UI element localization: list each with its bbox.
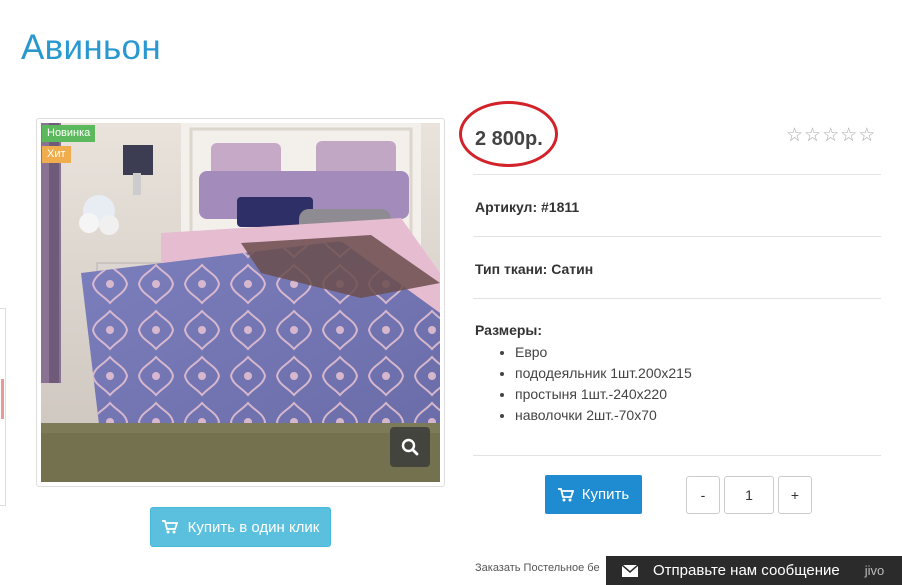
quantity-decrease-button[interactable]: - bbox=[686, 476, 720, 514]
divider bbox=[473, 298, 881, 299]
buy-one-click-button[interactable]: Купить в один клик bbox=[150, 507, 331, 547]
list-item: пододеяльник 1шт.200x215 bbox=[515, 363, 692, 384]
cart-icon bbox=[161, 520, 178, 534]
star-outline-icon[interactable]: ☆ bbox=[786, 126, 803, 146]
chat-message-label: Отправьте нам сообщение bbox=[653, 562, 840, 579]
order-text: Заказать Постельное бе bbox=[475, 562, 600, 574]
list-item: наволочки 2шт.-70x70 bbox=[515, 405, 692, 426]
product-price: 2 800р. bbox=[475, 128, 543, 150]
product-photo[interactable] bbox=[41, 123, 440, 482]
zoom-button[interactable] bbox=[390, 427, 430, 467]
bedding-photo-illustration bbox=[41, 123, 440, 482]
product-title: Авиньон bbox=[21, 28, 161, 67]
badge-hit: Хит bbox=[42, 146, 71, 163]
rating-stars[interactable]: ☆ ☆ ☆ ☆ ☆ bbox=[786, 126, 875, 146]
quantity-increase-button[interactable]: + bbox=[778, 476, 812, 514]
product-image-frame bbox=[36, 118, 445, 487]
divider bbox=[473, 174, 881, 175]
divider bbox=[473, 236, 881, 237]
divider bbox=[473, 455, 881, 456]
star-outline-icon[interactable]: ☆ bbox=[840, 126, 857, 146]
list-item: Евро bbox=[515, 342, 692, 363]
quantity-input[interactable] bbox=[724, 476, 774, 514]
star-outline-icon[interactable]: ☆ bbox=[858, 126, 875, 146]
buy-label: Купить bbox=[581, 486, 630, 503]
star-outline-icon[interactable]: ☆ bbox=[804, 126, 821, 146]
chat-message-bar[interactable]: Отправьте нам сообщение jivo bbox=[606, 556, 902, 585]
sizes-label: Размеры: bbox=[475, 322, 543, 338]
buy-button[interactable]: Купить bbox=[545, 475, 642, 514]
list-item: простыня 1шт.-240x220 bbox=[515, 384, 692, 405]
star-outline-icon[interactable]: ☆ bbox=[822, 126, 839, 146]
product-fabric: Тип ткани: Сатин bbox=[475, 261, 594, 277]
chat-brand-text: jivo bbox=[864, 563, 885, 578]
thumbnail-carousel-edge[interactable] bbox=[0, 308, 6, 506]
search-icon bbox=[401, 438, 419, 456]
sizes-list: Евро пододеяльник 1шт.200x215 простыня 1… bbox=[497, 342, 692, 426]
cart-icon bbox=[557, 487, 574, 501]
envelope-icon bbox=[622, 564, 638, 577]
product-article: Артикул: #1811 bbox=[475, 199, 580, 215]
buy-one-click-label: Купить в один клик bbox=[187, 518, 320, 536]
badge-new: Новинка bbox=[42, 125, 96, 142]
